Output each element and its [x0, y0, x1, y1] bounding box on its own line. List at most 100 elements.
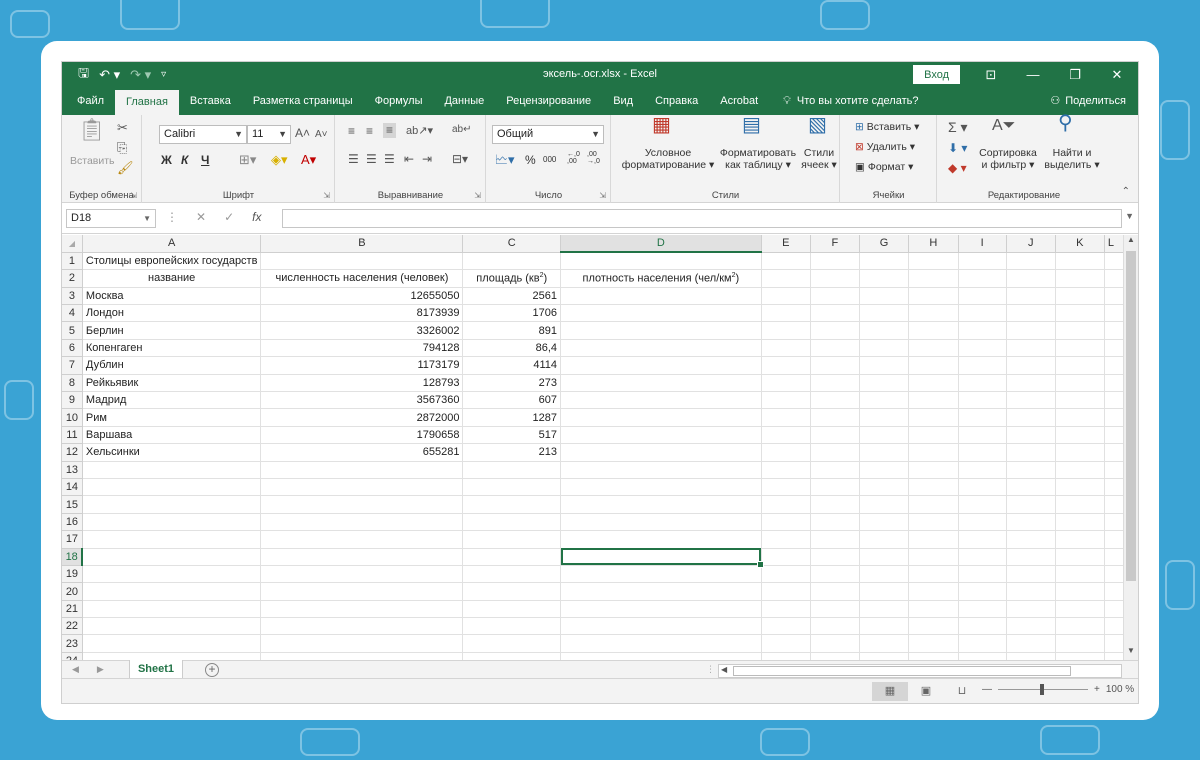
- tab-review[interactable]: Рецензирование: [495, 87, 602, 115]
- cell[interactable]: [859, 617, 910, 636]
- row-header[interactable]: 20: [62, 582, 83, 601]
- tab-view[interactable]: Вид: [602, 87, 644, 115]
- cell[interactable]: [908, 461, 959, 479]
- cell[interactable]: [859, 304, 910, 323]
- tell-me-search[interactable]: 💡︎ Что вы хотите сделать?: [769, 87, 918, 115]
- area-cell[interactable]: 273: [462, 374, 562, 393]
- row-header[interactable]: 3: [62, 287, 83, 306]
- cell[interactable]: [908, 252, 959, 271]
- cell[interactable]: [908, 600, 959, 619]
- cell[interactable]: [859, 461, 910, 479]
- dialog-launcher-icon[interactable]: ⇲: [130, 191, 137, 200]
- cell[interactable]: [462, 252, 562, 271]
- sort-filter-icon[interactable]: A⏷: [992, 118, 1015, 134]
- split-handle-icon[interactable]: ⋮: [706, 664, 715, 675]
- cell[interactable]: [859, 356, 910, 375]
- cell[interactable]: [260, 495, 464, 514]
- row-header[interactable]: 14: [62, 478, 83, 497]
- area-cell[interactable]: 517: [462, 426, 562, 445]
- cell[interactable]: [958, 374, 1007, 393]
- cell[interactable]: [810, 408, 860, 427]
- cell[interactable]: [1055, 391, 1105, 410]
- cell[interactable]: [560, 339, 762, 358]
- cell[interactable]: [560, 304, 762, 323]
- area-cell[interactable]: 2561: [462, 287, 562, 306]
- cell[interactable]: [560, 495, 762, 514]
- merge-cells-icon[interactable]: ⊟▾: [452, 153, 468, 166]
- cell[interactable]: [260, 548, 464, 566]
- cell[interactable]: [260, 252, 464, 271]
- cell[interactable]: [958, 530, 1007, 549]
- sheet-title-cell[interactable]: Столицы европейских государств: [82, 252, 262, 271]
- dialog-launcher-icon[interactable]: ⇲: [474, 191, 481, 200]
- column-header[interactable]: C: [462, 235, 562, 253]
- cell-styles-icon[interactable]: ▧: [808, 115, 827, 135]
- cell[interactable]: [1006, 356, 1056, 375]
- cell[interactable]: [810, 582, 860, 601]
- cell[interactable]: [958, 269, 1007, 288]
- underline-button[interactable]: Ч: [201, 153, 209, 167]
- cell[interactable]: [810, 391, 860, 410]
- city-cell[interactable]: Лондон: [82, 304, 262, 323]
- cell[interactable]: [1055, 443, 1105, 462]
- undo-icon[interactable]: ↶ ▾: [99, 67, 120, 83]
- cell[interactable]: [560, 426, 762, 445]
- cell[interactable]: [560, 652, 762, 660]
- area-cell[interactable]: 1287: [462, 408, 562, 427]
- cell[interactable]: [859, 269, 910, 288]
- cell[interactable]: [560, 530, 762, 549]
- cancel-icon[interactable]: ✕: [196, 210, 206, 224]
- column-header[interactable]: F: [810, 235, 860, 253]
- cell[interactable]: [761, 565, 811, 584]
- conditional-formatting-button[interactable]: Условное форматирование ▾: [620, 147, 716, 171]
- fill-color-icon[interactable]: ◈▾: [271, 153, 288, 166]
- population-cell[interactable]: 1173179: [260, 356, 464, 375]
- city-cell[interactable]: Варшава: [82, 426, 262, 445]
- cell[interactable]: [908, 495, 959, 514]
- cell[interactable]: [908, 304, 959, 323]
- cell[interactable]: [958, 304, 1007, 323]
- cell[interactable]: [1055, 252, 1105, 271]
- cell[interactable]: [260, 565, 464, 584]
- horizontal-scrollbar[interactable]: ◀: [718, 664, 1122, 678]
- cell[interactable]: [761, 495, 811, 514]
- italic-button[interactable]: К: [181, 153, 188, 167]
- cell[interactable]: [859, 339, 910, 358]
- column-header[interactable]: K: [1055, 235, 1105, 253]
- cell[interactable]: [1006, 530, 1056, 549]
- cell[interactable]: [958, 339, 1007, 358]
- city-cell[interactable]: Рим: [82, 408, 262, 427]
- cell[interactable]: [761, 339, 811, 358]
- column-header[interactable]: I: [958, 235, 1007, 253]
- cell[interactable]: [761, 426, 811, 445]
- cell[interactable]: [859, 600, 910, 619]
- cell[interactable]: [810, 287, 860, 306]
- cell[interactable]: [761, 478, 811, 497]
- customize-qat-icon[interactable]: ▿: [161, 69, 166, 80]
- cell[interactable]: [958, 426, 1007, 445]
- cell[interactable]: [462, 513, 562, 532]
- cell[interactable]: [1006, 287, 1056, 306]
- copy-icon[interactable]: ⎘: [117, 141, 127, 154]
- cell[interactable]: [82, 600, 262, 619]
- row-header[interactable]: 8: [62, 374, 83, 393]
- enter-icon[interactable]: ✓: [224, 210, 234, 224]
- cell[interactable]: [1055, 408, 1105, 427]
- cell[interactable]: [859, 374, 910, 393]
- population-cell[interactable]: 2872000: [260, 408, 464, 427]
- cell[interactable]: [1006, 548, 1056, 566]
- orientation-icon[interactable]: ab↗▾: [406, 125, 433, 138]
- find-select-button[interactable]: Найти и выделить ▾: [1042, 147, 1102, 171]
- cell[interactable]: [462, 652, 562, 660]
- cell[interactable]: [761, 321, 811, 340]
- cell[interactable]: [908, 530, 959, 549]
- font-color-icon[interactable]: A▾: [301, 153, 316, 166]
- cell[interactable]: [859, 252, 910, 271]
- restore-icon[interactable]: ❐: [1054, 62, 1096, 87]
- population-cell[interactable]: 794128: [260, 339, 464, 358]
- row-header[interactable]: 24: [62, 652, 83, 660]
- cell[interactable]: [908, 443, 959, 462]
- area-cell[interactable]: 1706: [462, 304, 562, 323]
- cell[interactable]: [1006, 374, 1056, 393]
- cell[interactable]: [462, 634, 562, 653]
